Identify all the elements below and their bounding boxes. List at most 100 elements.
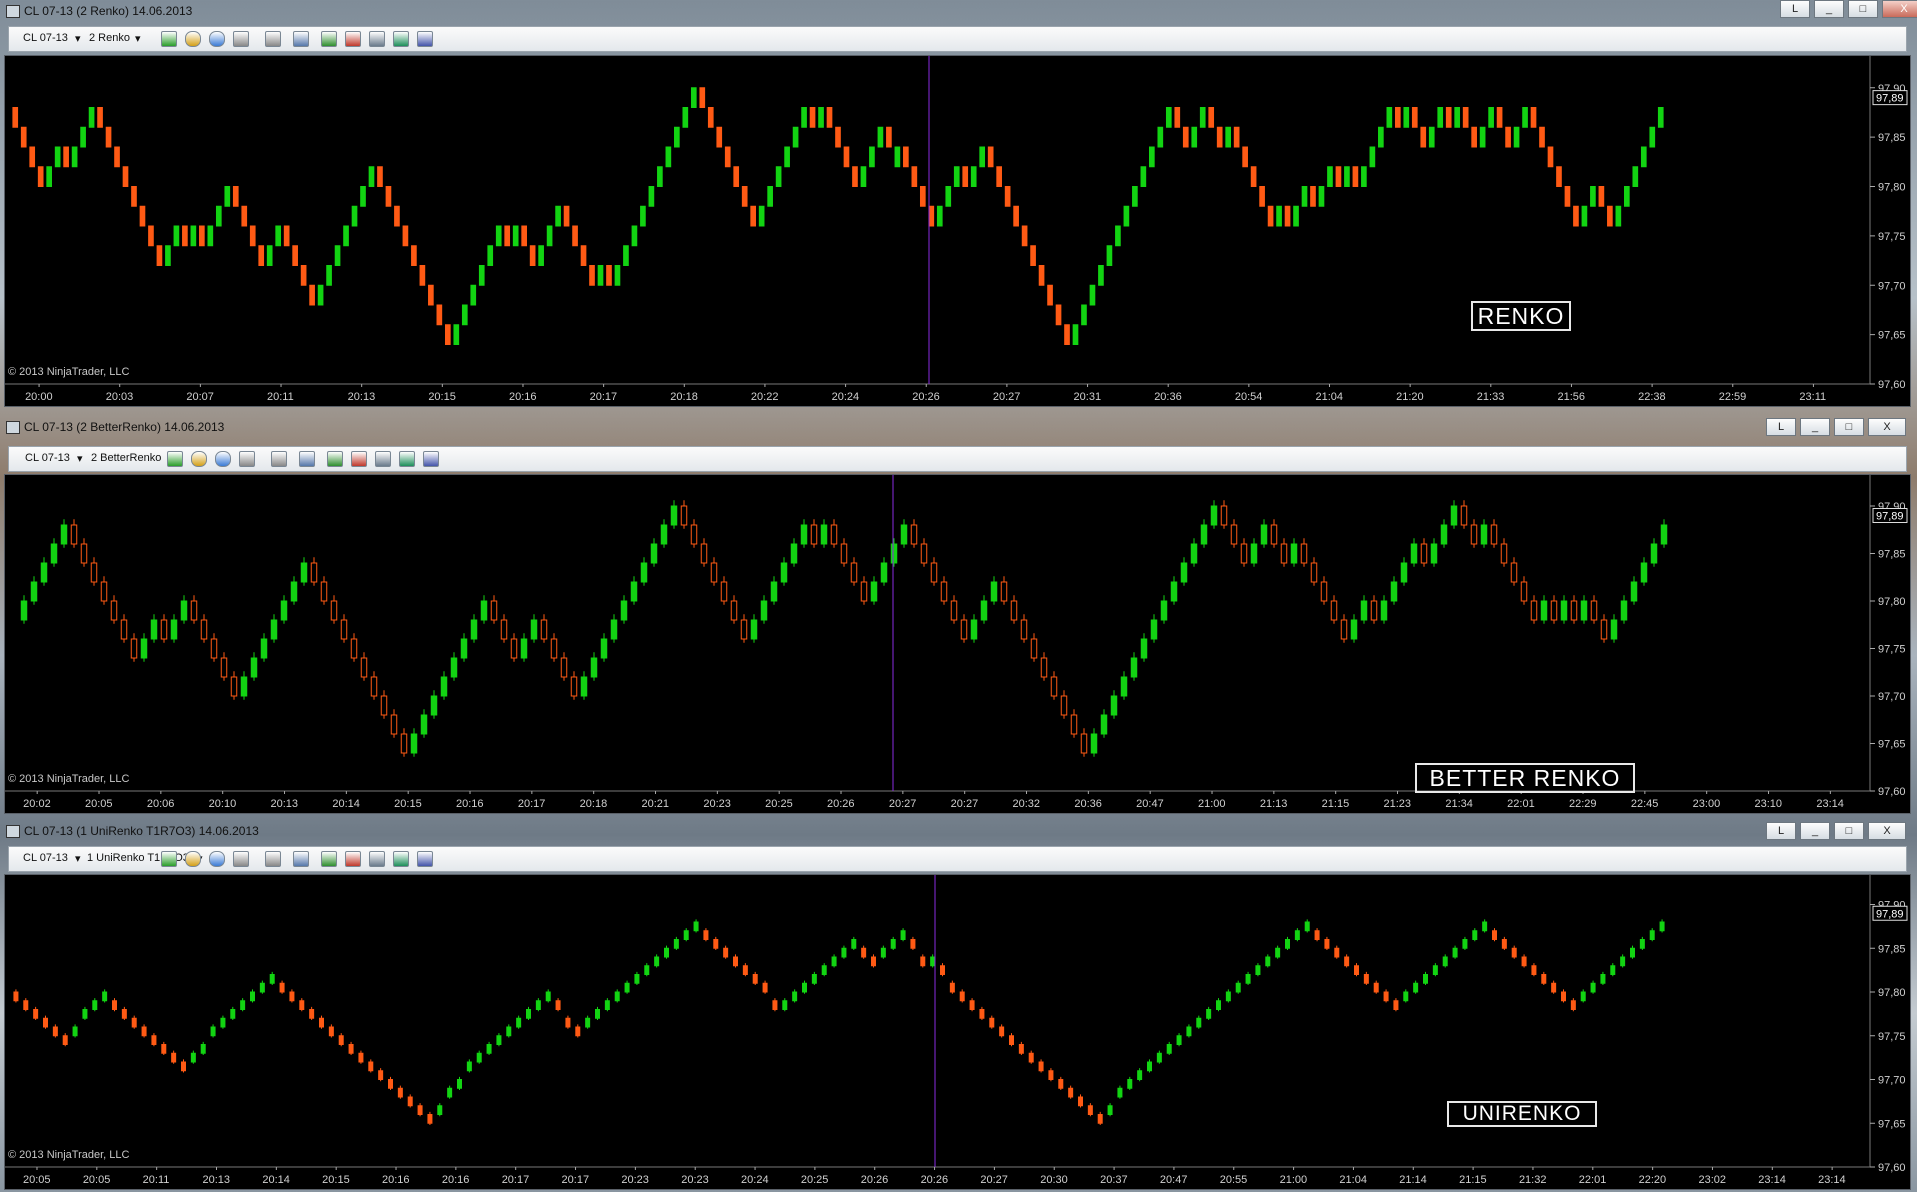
down-brick	[230, 676, 238, 697]
indicators-icon[interactable]	[345, 851, 361, 867]
save-icon[interactable]	[399, 451, 415, 467]
x-tick-label: 21:00	[1280, 1174, 1308, 1186]
x-tick-label: 20:16	[382, 1174, 410, 1186]
up-brick	[1361, 166, 1367, 187]
down-brick	[161, 1044, 167, 1054]
save-icon[interactable]	[393, 851, 409, 867]
up-brick	[682, 107, 689, 128]
up-brick	[250, 991, 255, 1002]
drawing-pencil-icon[interactable]	[185, 31, 201, 47]
magnifier-icon[interactable]	[293, 31, 309, 47]
minimize-button[interactable]: _	[1814, 0, 1844, 18]
close-button[interactable]: X	[1868, 822, 1906, 840]
up-brick	[220, 1017, 226, 1028]
link-button[interactable]: L	[1780, 0, 1810, 18]
title-bar[interactable]: CL 07-13 (2 BetterRenko) 14.06.2013 L _ …	[0, 416, 1917, 438]
down-brick	[258, 245, 265, 266]
up-brick	[1200, 524, 1208, 545]
instrument-selector[interactable]: CL 07-13	[23, 32, 68, 44]
link-button[interactable]: L	[1766, 418, 1796, 436]
up-brick	[150, 619, 158, 640]
save-icon[interactable]	[393, 31, 409, 47]
dropdown-arrow-icon[interactable]: ▾	[77, 452, 83, 465]
magnifier-icon[interactable]	[299, 451, 315, 467]
chart-window-unirenko: CL 07-13 (1 UniRenko T1R7O3) 14.06.2013 …	[0, 820, 1917, 1192]
up-brick	[936, 205, 943, 227]
down-brick	[969, 1000, 975, 1010]
zoom-icon[interactable]	[271, 451, 287, 467]
down-brick	[1539, 126, 1545, 148]
close-button[interactable]: X	[1882, 0, 1917, 18]
up-brick	[1225, 126, 1232, 148]
chart-panel[interactable]: 97,60 97,65 97,70 97,75 97,80 97,85 97,90 97,89…	[4, 55, 1911, 407]
crosshair-icon[interactable]	[233, 851, 249, 867]
up-brick	[1206, 1009, 1212, 1019]
magnifier-icon[interactable]	[293, 851, 309, 867]
up-brick	[900, 930, 906, 940]
up-brick	[50, 543, 58, 564]
up-brick	[1482, 921, 1488, 932]
bar-type-icon[interactable]	[167, 451, 183, 467]
strategies-icon[interactable]	[321, 851, 337, 867]
bar-type-icon[interactable]	[161, 851, 177, 867]
crosshair-icon[interactable]	[233, 31, 249, 47]
down-brick	[90, 562, 98, 583]
properties-icon[interactable]	[375, 451, 391, 467]
dropdown-arrow-icon[interactable]: ▾	[75, 852, 81, 865]
indicators-icon[interactable]	[351, 451, 367, 467]
up-brick	[614, 991, 620, 1002]
zoom-icon[interactable]	[265, 31, 281, 47]
data-box-icon[interactable]	[417, 31, 433, 47]
properties-icon[interactable]	[369, 31, 385, 47]
bar-type-icon[interactable]	[161, 31, 177, 47]
down-brick	[1018, 1044, 1024, 1054]
up-brick	[1350, 619, 1358, 640]
down-brick	[1310, 562, 1318, 583]
y-tick-label: 97,80	[1878, 987, 1906, 999]
period-selector[interactable]: 2 Renko	[89, 32, 130, 44]
x-tick-label: 22:45	[1631, 798, 1659, 810]
drawing-pencil-icon[interactable]	[191, 451, 207, 467]
up-brick	[1107, 1105, 1113, 1115]
instrument-selector[interactable]: CL 07-13	[23, 852, 68, 864]
up-brick	[300, 562, 308, 583]
up-brick	[1265, 956, 1271, 967]
data-box-icon[interactable]	[423, 451, 439, 467]
link-button[interactable]: L	[1766, 822, 1796, 840]
close-button[interactable]: X	[1868, 418, 1906, 436]
down-brick	[289, 991, 295, 1002]
strategies-icon[interactable]	[327, 451, 343, 467]
down-brick	[680, 505, 688, 526]
drawing-pencil-icon[interactable]	[185, 851, 201, 867]
title-bar[interactable]: CL 07-13 (2 Renko) 14.06.2013 L _ □ X	[0, 0, 1917, 22]
maximize-button[interactable]: □	[1848, 0, 1878, 18]
title-bar[interactable]: CL 07-13 (1 UniRenko T1R7O3) 14.06.2013 …	[0, 820, 1917, 842]
properties-icon[interactable]	[369, 851, 385, 867]
x-tick-label: 21:23	[1384, 798, 1412, 810]
strategies-icon[interactable]	[321, 31, 337, 47]
last-price-label: 97,89	[1876, 93, 1904, 105]
dropdown-arrow-icon[interactable]: ▾	[75, 32, 81, 45]
marker-icon[interactable]	[209, 851, 225, 867]
instrument-selector[interactable]: CL 07-13	[25, 452, 70, 464]
period-selector[interactable]: 2 BetterRenko	[91, 452, 161, 464]
chart-panel[interactable]: 97,60 97,65 97,70 97,75 97,80 97,85 97,90 97,89…	[4, 474, 1911, 814]
data-box-icon[interactable]	[417, 851, 433, 867]
maximize-button[interactable]: □	[1834, 822, 1864, 840]
minimize-button[interactable]: _	[1800, 418, 1830, 436]
down-brick	[1460, 505, 1468, 526]
crosshair-icon[interactable]	[239, 451, 255, 467]
marker-icon[interactable]	[215, 451, 231, 467]
down-brick	[700, 543, 708, 564]
zoom-icon[interactable]	[265, 851, 281, 867]
down-brick	[1530, 600, 1538, 621]
dropdown-arrow-icon[interactable]: ▾	[135, 32, 141, 45]
chart-panel[interactable]: 97,60 97,65 97,70 97,75 97,80 97,85 97,90 97,89…	[4, 874, 1911, 1190]
down-brick	[1570, 600, 1578, 621]
indicators-icon[interactable]	[345, 31, 361, 47]
minimize-button[interactable]: _	[1800, 822, 1830, 840]
marker-icon[interactable]	[209, 31, 225, 47]
maximize-button[interactable]: □	[1834, 418, 1864, 436]
x-tick-label: 20:25	[765, 798, 793, 810]
x-tick-label: 20:47	[1136, 798, 1164, 810]
